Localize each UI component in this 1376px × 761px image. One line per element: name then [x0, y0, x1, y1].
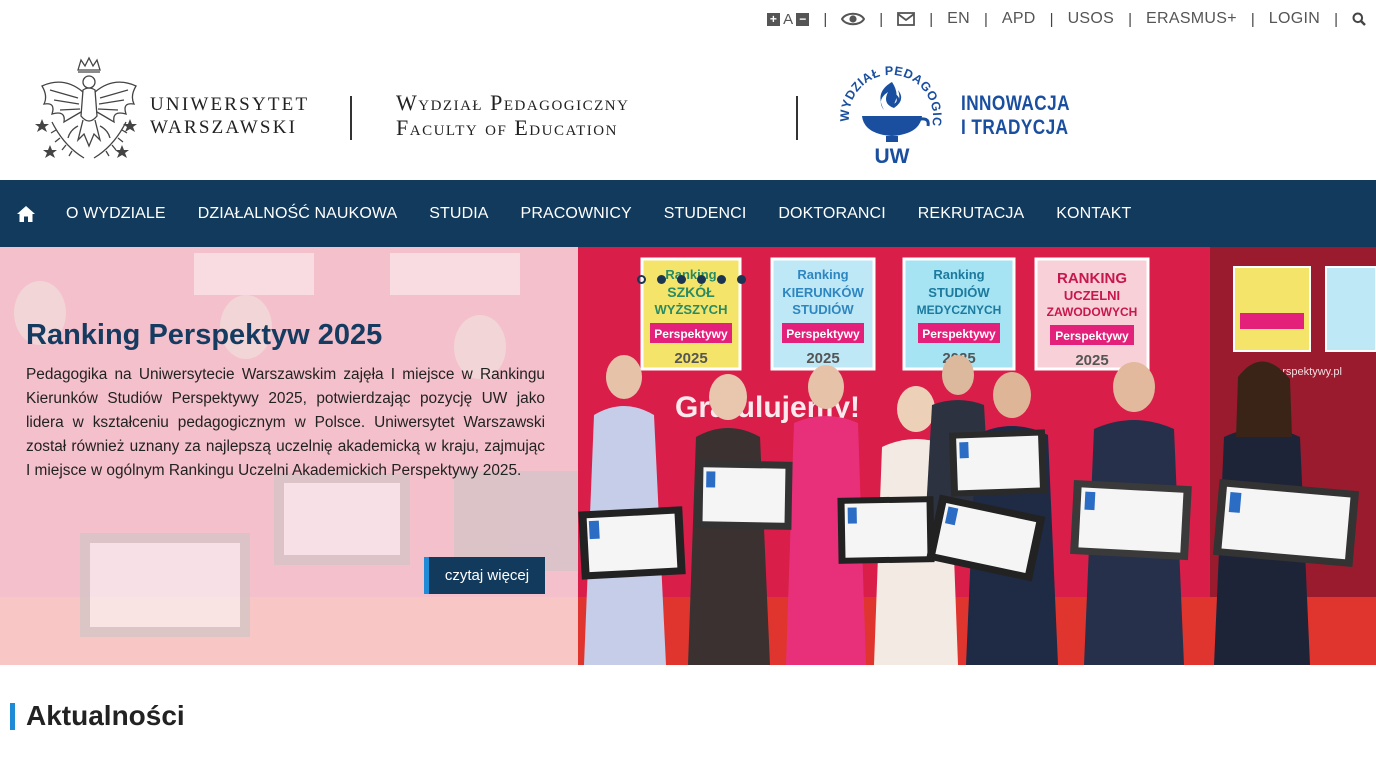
login-link[interactable]: LOGIN — [1269, 10, 1320, 28]
eye-icon[interactable] — [841, 11, 866, 27]
nav-item-studenci[interactable]: STUDENCI — [648, 205, 763, 223]
slider-dot-5[interactable] — [717, 275, 726, 284]
section-accent-bar — [10, 702, 15, 730]
font-increase-button[interactable]: + — [767, 12, 781, 26]
banner-text: Ranking — [797, 267, 848, 282]
font-size-label: A — [783, 10, 794, 28]
hero-description: Pedagogika na Uniwersytecie Warszawskim … — [26, 366, 545, 479]
ranking-banner-5 — [1233, 266, 1376, 352]
separator: | — [929, 10, 934, 28]
banner-text: RANKING — [1057, 270, 1127, 287]
nav-item-o-wydziale[interactable]: O WYDZIALE — [50, 205, 182, 223]
nav-item-doktoranci[interactable]: DOKTORANCI — [762, 205, 901, 223]
slider-dot-2[interactable] — [657, 275, 666, 284]
mail-icon[interactable] — [897, 12, 916, 26]
banner-year: 2025 — [674, 350, 707, 367]
motto-line1: INNOWACJA — [961, 92, 1070, 115]
banner-text: Ranking — [933, 267, 984, 282]
banner-text: MEDYCZNYCH — [917, 303, 1002, 317]
slider-pagination — [637, 275, 746, 284]
font-decrease-button[interactable]: − — [796, 12, 810, 26]
main-navigation: O WYDZIALE DZIAŁALNOŚĆ NAUKOWA STUDIA PR… — [0, 180, 1376, 247]
hero-title[interactable]: Ranking Perspektyw 2025 — [26, 319, 382, 352]
separator: | — [1250, 10, 1255, 28]
separator: | — [983, 10, 988, 28]
banner-brand: Perspektywy — [922, 327, 996, 341]
nav-item-pracownicy[interactable]: PRACOWNICY — [505, 205, 648, 223]
search-icon[interactable] — [1352, 12, 1366, 26]
font-size-control[interactable]: + A − — [767, 10, 810, 28]
banner-brand: Perspektywy — [654, 327, 728, 341]
news-section-title: Aktualności — [26, 700, 185, 731]
banner-text: ZAWODOWYCH — [1047, 305, 1138, 319]
banner-year: 2025 — [806, 350, 839, 367]
utility-bar: + A − | | | EN | APD | USOS | ERASMUS+ |… — [767, 0, 1376, 38]
banner-text: KIERUNKÓW — [782, 285, 864, 300]
faculty-name-en: Faculty of Education — [396, 115, 618, 140]
ranking-banner-4: RANKING UCZELNI ZAWODOWYCH Perspektywy 2… — [1034, 257, 1150, 371]
header-divider — [350, 96, 352, 140]
news-section-header: Aktualności — [10, 700, 185, 731]
nav-item-dzialalnosc-naukowa[interactable]: DZIAŁALNOŚĆ NAUKOWA — [182, 205, 414, 223]
separator: | — [1334, 10, 1338, 28]
faculty-name[interactable]: Wydział Pedagogiczny Faculty of Educatio… — [396, 90, 629, 140]
lang-en-link[interactable]: EN — [947, 10, 970, 28]
hero-slider: Ranking SZKÓŁ WYŻSZYCH Perspektywy 2025 … — [0, 247, 1376, 665]
ranking-banner-3: Ranking STUDIÓW MEDYCZNYCH Perspektywy 2… — [902, 257, 1016, 371]
slider-dot-6[interactable] — [737, 275, 746, 284]
banner-text: WYŻSZYCH — [655, 302, 728, 317]
logo-uw-text: UW — [875, 145, 910, 168]
university-name-line1: UNIWERSYTET — [150, 94, 310, 115]
banner-brand: Perspektywy — [1055, 329, 1129, 343]
read-more-button[interactable]: czytaj więcej — [424, 557, 545, 594]
apd-link[interactable]: APD — [1002, 10, 1036, 28]
banner-text: UCZELNI — [1064, 288, 1120, 303]
motto-line2: I TRADYCJA — [961, 116, 1069, 139]
banner-brand: Perspektywy — [786, 327, 860, 341]
erasmus-link[interactable]: ERASMUS+ — [1146, 10, 1237, 28]
banner-text: STUDIÓW — [792, 302, 854, 317]
site-header: UNIWERSYTET WARSZAWSKI Wydział Pedagogic… — [0, 38, 1376, 180]
ranking-banner-2: Ranking KIERUNKÓW STUDIÓW Perspektywy 20… — [770, 257, 876, 371]
separator: | — [879, 10, 884, 28]
separator: | — [823, 10, 828, 28]
home-icon[interactable] — [2, 180, 50, 247]
slider-dot-3[interactable] — [677, 275, 686, 284]
nav-item-kontakt[interactable]: KONTAKT — [1040, 205, 1147, 223]
slider-dot-4[interactable] — [697, 275, 706, 284]
banner-text: SZKÓŁ — [667, 283, 715, 300]
faculty-name-pl: Wydział Pedagogiczny — [396, 90, 630, 115]
nav-item-studia[interactable]: STUDIA — [413, 205, 504, 223]
header-divider — [796, 96, 798, 140]
usos-link[interactable]: USOS — [1068, 10, 1115, 28]
faculty-lamp-logo[interactable]: WYDZIAŁ PEDAGOGICZNY UW — [831, 45, 946, 171]
nav-item-rekrutacja[interactable]: REKRUTACJA — [902, 205, 1041, 223]
university-eagle-logo[interactable] — [34, 56, 144, 172]
banner-text: STUDIÓW — [928, 285, 990, 300]
university-name[interactable]: UNIWERSYTET WARSZAWSKI — [150, 93, 309, 139]
faculty-motto: INNOWACJA I TRADYCJA — [961, 92, 1070, 140]
university-name-line2: WARSZAWSKI — [150, 117, 298, 138]
banner-year: 2025 — [1075, 352, 1108, 369]
separator: | — [1049, 10, 1054, 28]
separator: | — [1128, 10, 1133, 28]
slider-dot-1[interactable] — [637, 275, 646, 284]
